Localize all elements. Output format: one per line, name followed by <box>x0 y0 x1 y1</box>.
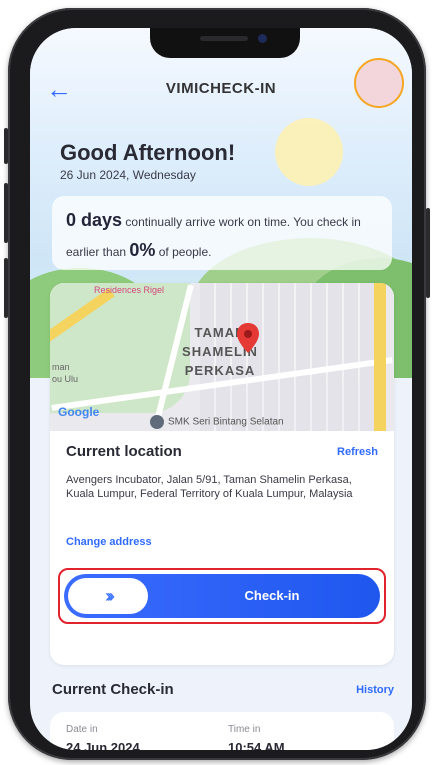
volume-up-button <box>4 183 8 243</box>
check-in-slider[interactable]: ››› Check-in <box>64 574 380 618</box>
sun-illustration <box>275 118 343 186</box>
current-check-in-title: Current Check-in <box>52 681 174 698</box>
time-in-label: Time in <box>228 724 261 735</box>
volume-down-button <box>4 258 8 318</box>
check-in-label: Check-in <box>244 588 300 603</box>
school-icon <box>150 415 164 429</box>
map-side-label: man ou Ulu <box>52 362 79 384</box>
current-date: 26 Jun 2024, Wednesday <box>60 168 196 182</box>
power-button <box>426 208 430 298</box>
poi-text: SMK Seri Bintang Selatan <box>168 416 284 428</box>
greeting-title: Good Afternoon! <box>60 140 236 165</box>
google-logo: Google <box>58 405 100 419</box>
date-in-value: 24 Jun 2024 <box>66 740 140 750</box>
speaker-grille <box>200 36 248 41</box>
refresh-link[interactable]: Refresh <box>337 446 378 458</box>
map-place-label: Residences Rigel <box>94 285 165 295</box>
current-check-in-card: Date in 24 Jun 2024 Time in 10:54 AM <box>50 712 394 750</box>
camera-icon <box>258 34 267 43</box>
top-bar: ← VIMICHECK-IN <box>30 58 412 128</box>
current-location-title: Current location <box>66 443 182 460</box>
days-value: 0 days <box>66 210 123 230</box>
map-highway <box>374 283 386 431</box>
percent-text: of people. <box>158 245 212 259</box>
time-in-value: 10:54 AM <box>228 740 285 750</box>
location-pin-icon <box>237 323 259 353</box>
app-screen: ← VIMICHECK-IN Good Afternoon! 26 Jun 20… <box>30 28 412 750</box>
avatar[interactable] <box>354 58 404 108</box>
location-card: Residences Rigel man ou Ulu TAMAN SHAMEL… <box>50 283 394 665</box>
change-address-link[interactable]: Change address <box>66 536 152 548</box>
location-map[interactable]: Residences Rigel man ou Ulu TAMAN SHAMEL… <box>50 283 394 431</box>
date-in-label: Date in <box>66 724 98 735</box>
side-button <box>4 128 8 164</box>
history-link[interactable]: History <box>356 684 394 696</box>
address-text: Avengers Incubator, Jalan 5/91, Taman Sh… <box>66 474 353 500</box>
map-poi-label: SMK Seri Bintang Selatan <box>150 415 284 429</box>
phone-notch <box>150 28 300 58</box>
slide-arrows-icon[interactable]: ››› <box>68 578 148 614</box>
percent-value: 0% <box>129 240 156 260</box>
punctuality-stats-card: 0 days continually arrive work on time. … <box>52 196 392 270</box>
